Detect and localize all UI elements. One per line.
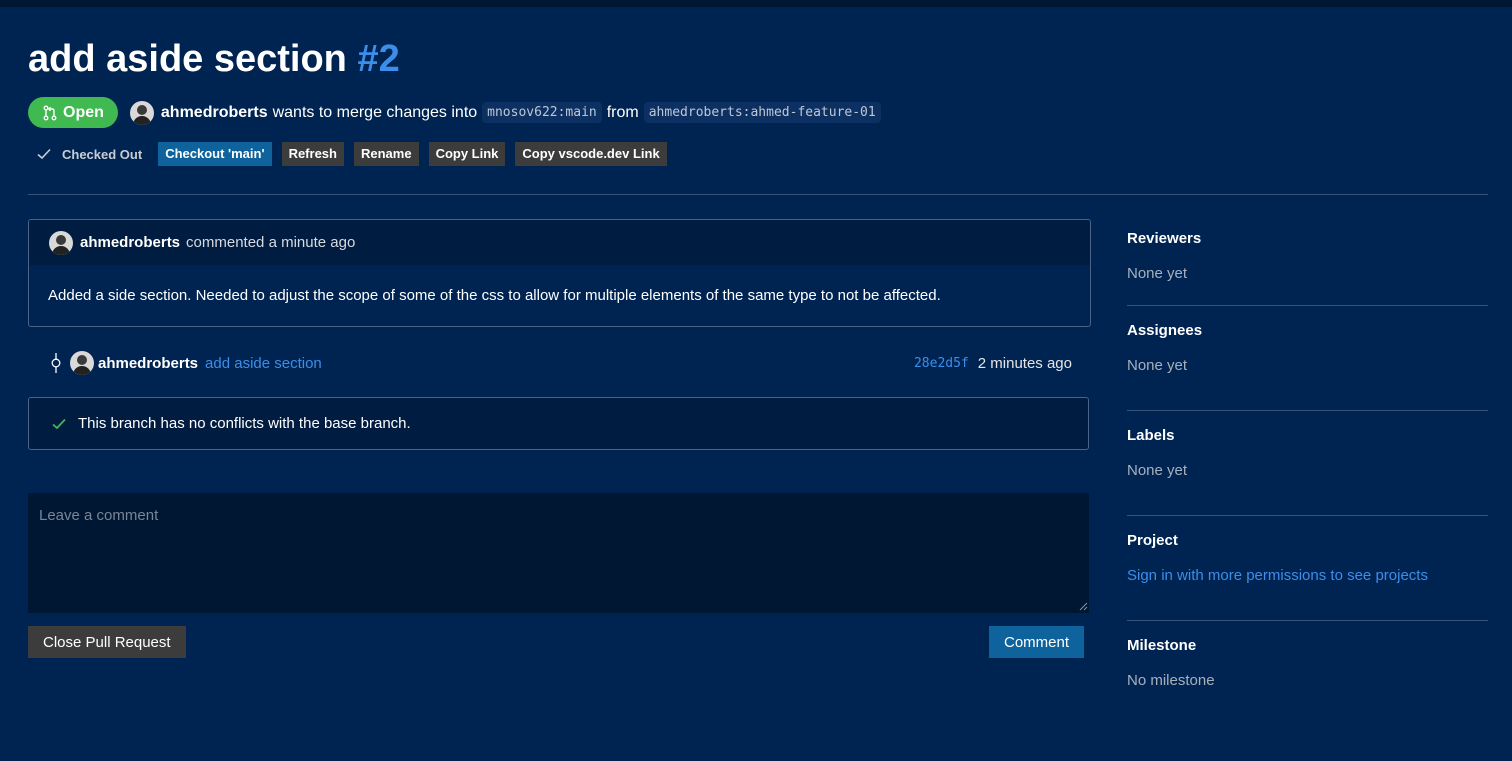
status-row: Open ahmedroberts wants to merge changes… — [28, 97, 881, 128]
close-pull-request-button[interactable]: Close Pull Request — [28, 626, 186, 658]
page-title: add aside section #2 — [28, 37, 400, 81]
comment-author[interactable]: ahmedroberts — [80, 234, 180, 251]
merge-text: wants to merge changes into — [272, 103, 478, 121]
section-value: None yet — [1127, 265, 1188, 282]
comment-header: ahmedroberts commented a minute ago — [29, 220, 1090, 265]
checkout-main-button[interactable]: Checkout 'main' — [158, 142, 272, 166]
base-branch: mnosov622:main — [482, 102, 602, 123]
pull-request-icon — [43, 105, 57, 120]
sidebar-section-labels: Labels None yet — [1127, 410, 1488, 515]
section-value: No milestone — [1127, 672, 1215, 689]
pr-number: #2 — [357, 38, 400, 80]
header-divider — [28, 194, 1488, 195]
commit-author[interactable]: ahmedroberts — [98, 355, 198, 372]
top-strip — [0, 0, 1512, 7]
sign-in-link[interactable]: Sign in with more permissions to see pro… — [1127, 567, 1428, 584]
sidebar-section-project: Project Sign in with more permissions to… — [1127, 515, 1488, 620]
rename-button[interactable]: Rename — [353, 142, 419, 166]
commit-row: ahmedroberts add aside section 28e2d5f 2… — [50, 350, 1072, 376]
status-badge: Open — [28, 97, 118, 128]
sidebar-section-assignees: Assignees None yet — [1127, 305, 1488, 410]
comment-button[interactable]: Comment — [989, 626, 1085, 658]
commit-sha-link[interactable]: 28e2d5f — [914, 356, 969, 371]
sidebar-section-reviewers: Reviewers None yet — [1127, 214, 1488, 305]
merge-status-text: This branch has no conflicts with the ba… — [78, 415, 411, 432]
section-title[interactable]: Labels — [1127, 427, 1175, 444]
status-label: Open — [63, 103, 104, 121]
section-value: None yet — [1127, 357, 1188, 374]
comment-body: Added a side section. Needed to adjust t… — [48, 287, 941, 304]
checked-out-status: Checked Out — [36, 146, 142, 162]
comment-card: ahmedroberts commented a minute ago Adde… — [28, 219, 1091, 327]
avatar[interactable] — [49, 230, 73, 255]
refresh-button[interactable]: Refresh — [281, 142, 344, 166]
head-branch: ahmedroberts:ahmed-feature-01 — [643, 102, 881, 123]
copy-link-button[interactable]: Copy Link — [428, 142, 506, 166]
comment-meta: commented a minute ago — [186, 234, 356, 251]
section-value: None yet — [1127, 462, 1188, 479]
pr-title: add aside section — [28, 38, 347, 80]
git-commit-icon — [51, 353, 61, 373]
sidebar-section-milestone: Milestone No milestone — [1127, 620, 1488, 725]
avatar[interactable] — [70, 351, 94, 375]
copy-vscode-link-button[interactable]: Copy vscode.dev Link — [515, 142, 667, 166]
section-title[interactable]: Milestone — [1127, 637, 1196, 654]
actions-bar: Checked Out Checkout 'main' Refresh Rena… — [28, 142, 667, 166]
check-icon — [37, 148, 51, 160]
checked-out-label: Checked Out — [62, 146, 143, 162]
commit-time: 2 minutes ago — [977, 354, 1072, 372]
sidebar: Reviewers None yet Assignees None yet La… — [1127, 214, 1488, 725]
merge-status-box: This branch has no conflicts with the ba… — [28, 397, 1089, 450]
section-title[interactable]: Assignees — [1127, 322, 1202, 339]
from-text: from — [606, 103, 639, 121]
commit-message-link[interactable]: add aside section — [205, 355, 322, 372]
check-icon — [52, 418, 66, 429]
resize-grip-icon[interactable] — [1078, 601, 1088, 611]
pr-author[interactable]: ahmedroberts — [161, 104, 268, 122]
avatar[interactable] — [129, 100, 154, 125]
section-title: Project — [1127, 532, 1178, 549]
comment-input[interactable] — [28, 493, 1089, 613]
section-title[interactable]: Reviewers — [1127, 230, 1201, 247]
